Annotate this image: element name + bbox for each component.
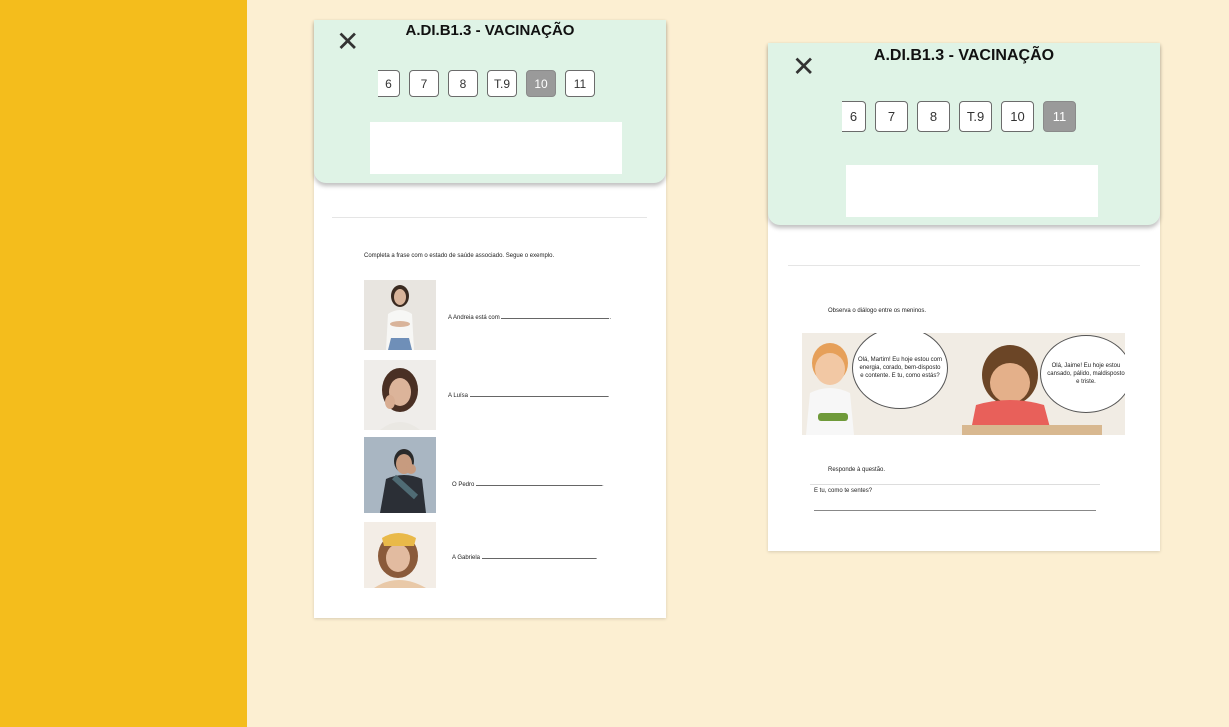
sentence-text: A Andreia está com [448, 315, 500, 321]
divider [332, 217, 647, 218]
lesson-title: A.DI.B1.3 - VACINAÇÃO [405, 22, 575, 39]
sentence-row: A Andreia está com . [448, 312, 611, 321]
phone-screenshot-left: ✕ A.DI.B1.3 - VACINAÇÃO 6 7 8 T.9 10 11 … [314, 20, 666, 618]
page-button[interactable]: 8 [917, 101, 950, 132]
page-button[interactable]: 8 [448, 70, 478, 97]
sentence-end: . [595, 555, 598, 561]
sentence-row: A Gabriela . [452, 552, 597, 561]
canvas: ✕ A.DI.B1.3 - VACINAÇÃO 6 7 8 T.9 10 11 … [247, 0, 1229, 727]
page-button[interactable]: 6 [842, 101, 866, 132]
photo-luisa [364, 360, 436, 430]
feedback-box [846, 165, 1098, 217]
instruction-text: Observa o diálogo entre os meninos. [828, 308, 927, 314]
page-navigator: 6 7 8 T.9 10 11 [842, 101, 1076, 132]
answer-blank[interactable] [469, 390, 608, 397]
lesson-title: A.DI.B1.3 - VACINAÇÃO [873, 47, 1055, 64]
sentence-end: . [607, 393, 610, 399]
page-navigator: 6 7 8 T.9 10 11 [378, 70, 595, 97]
divider [788, 265, 1140, 266]
page-button[interactable]: 11 [565, 70, 595, 97]
phone-screenshot-right: ✕ A.DI.B1.3 - VACINAÇÃO 6 7 8 T.9 10 11 … [768, 43, 1160, 551]
question-label: Responde à questão. [828, 467, 886, 473]
feedback-box [370, 122, 622, 174]
page-button[interactable]: T.9 [487, 70, 517, 97]
answer-blank[interactable] [481, 552, 596, 559]
sentence-end: . [602, 482, 604, 488]
page-button[interactable]: 7 [409, 70, 439, 97]
sentence-row: A Luísa . [448, 390, 609, 399]
page-button-active[interactable]: 10 [526, 70, 556, 97]
page-button[interactable]: 6 [378, 70, 400, 97]
sentence-end: . [609, 315, 612, 321]
lesson-header: ✕ A.DI.B1.3 - VACINAÇÃO 6 7 8 T.9 10 11 [768, 43, 1160, 225]
answer-blank[interactable] [501, 312, 610, 319]
dialogue-illustration: Olá, Martim! Eu hoje estou com energia, … [802, 333, 1125, 435]
page-button-active[interactable]: 11 [1043, 101, 1076, 132]
speech-bubble-right: Olá, Jaime! Eu hoje estou cansado, pálid… [1040, 335, 1125, 413]
answer-prompt: E tu, como te sentes? [814, 488, 873, 494]
page-button[interactable]: 10 [1001, 101, 1034, 132]
lesson-header: ✕ A.DI.B1.3 - VACINAÇÃO 6 7 8 T.9 10 11 [314, 20, 666, 183]
page-button[interactable]: 7 [875, 101, 908, 132]
photo-gabriela [364, 522, 436, 588]
sentence-text: O Pedro [452, 482, 475, 488]
photo-andreia [364, 280, 436, 350]
instruction-text: Completa a frase com o estado de saúde a… [364, 253, 555, 259]
sentence-text: A Gabriela [452, 555, 481, 561]
answer-line [814, 510, 1096, 511]
page-button[interactable]: T.9 [959, 101, 992, 132]
answer-box[interactable]: E tu, como te sentes? [810, 484, 1100, 523]
photo-pedro [364, 437, 436, 513]
sentence-text: A Luísa [448, 393, 469, 399]
left-accent-band [0, 0, 247, 727]
answer-blank[interactable] [476, 479, 603, 486]
sentence-row: O Pedro . [452, 479, 604, 488]
